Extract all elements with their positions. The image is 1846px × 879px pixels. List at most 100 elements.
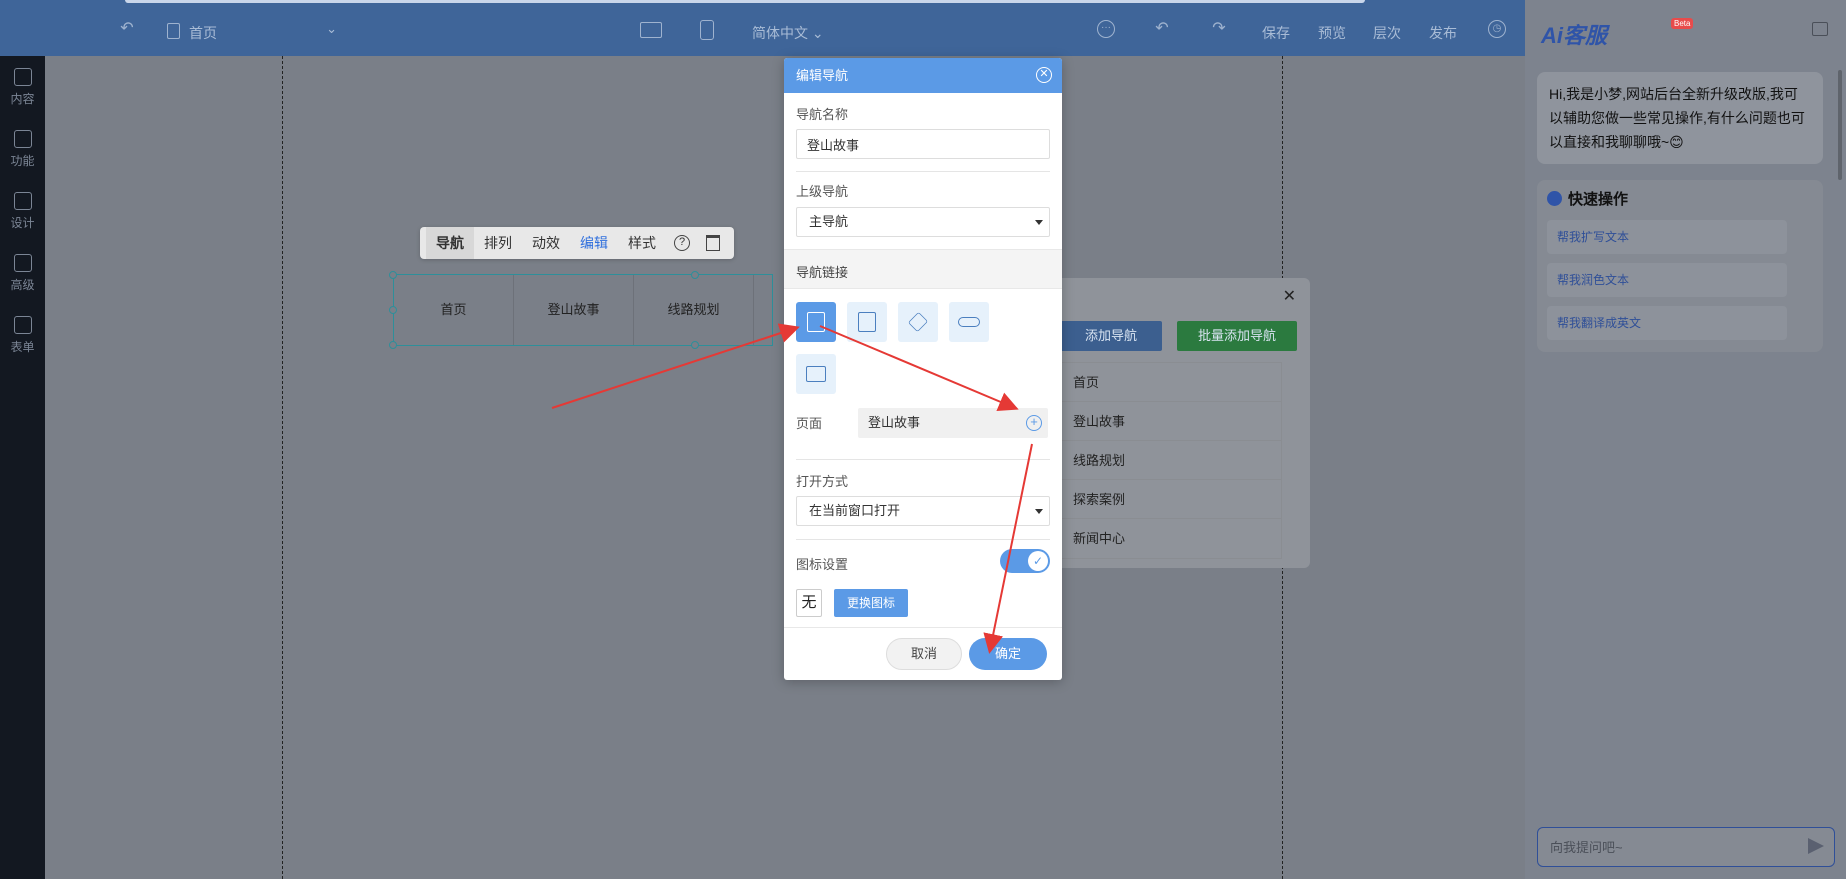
resize-handle[interactable] <box>389 306 397 314</box>
publish-button[interactable]: 发布 <box>1429 23 1457 43</box>
sidebar-item-advanced[interactable]: 高级 <box>0 246 45 306</box>
nav-link-section: 导航链接 <box>784 249 1062 289</box>
widget-toolbar: 导航 排列 动效 编辑 样式 ? <box>420 227 734 259</box>
undo-icon[interactable]: ↶ <box>118 20 136 38</box>
preview-button[interactable]: 预览 <box>1318 23 1346 43</box>
edit-nav-dialog: 编辑导航 ✕ 导航名称 上级导航 主导航 导航链接 页面 登山故事 + 打开方式… <box>784 58 1062 680</box>
guide-line-left <box>282 56 283 879</box>
redo-icon[interactable]: ↷ <box>1210 20 1228 38</box>
page-picker-value: 登山故事 <box>868 415 921 430</box>
list-item[interactable]: 登山故事 <box>1061 402 1281 441</box>
cancel-button[interactable]: 取消 <box>886 638 962 670</box>
add-nav-button[interactable]: 添加导航 <box>1060 321 1162 351</box>
resize-handle[interactable] <box>691 271 699 279</box>
link-icon <box>958 317 980 327</box>
page-select[interactable]: 首页 ⌄ <box>155 19 345 45</box>
quick-actions-label: 快速操作 <box>1568 191 1629 208</box>
tab-arrange[interactable]: 排列 <box>474 227 522 259</box>
change-icon-button[interactable]: 更换图标 <box>834 589 908 617</box>
resize-handle[interactable] <box>691 341 699 349</box>
sidebar-item-label: 内容 <box>10 92 35 106</box>
send-icon[interactable] <box>1808 838 1824 854</box>
help-icon[interactable]: ? <box>674 235 690 251</box>
tab-animation[interactable]: 动效 <box>522 227 570 259</box>
list-item[interactable]: 线路规划 <box>1061 441 1281 480</box>
caret-down-icon <box>1035 220 1043 225</box>
grid-icon <box>13 130 32 148</box>
save-button[interactable]: 保存 <box>1262 23 1290 43</box>
nav-preview-item[interactable]: 首页 <box>394 275 514 345</box>
link-type-list[interactable] <box>796 354 836 394</box>
nav-widget-preview[interactable]: 首页 登山故事 线路规划 <box>393 274 773 346</box>
open-mode-label: 打开方式 <box>796 474 849 489</box>
batch-add-nav-button[interactable]: 批量添加导航 <box>1177 321 1297 351</box>
file-icon <box>13 68 32 86</box>
mobile-icon[interactable] <box>700 20 714 40</box>
icon-setting-label: 图标设置 <box>796 557 849 572</box>
tab-style[interactable]: 样式 <box>618 227 666 259</box>
quick-action-polish[interactable]: 帮我润色文本 <box>1547 263 1787 297</box>
history-icon[interactable]: ◷ <box>1488 20 1506 38</box>
form-icon <box>13 316 32 334</box>
more-icon[interactable]: ··· <box>1097 20 1115 38</box>
undo-icon[interactable]: ↶ <box>1153 20 1171 38</box>
quick-action-translate[interactable]: 帮我翻译成英文 <box>1547 306 1787 340</box>
close-icon[interactable]: ✕ <box>1036 67 1052 83</box>
left-sidebar: 内容 功能 设计 高级 表单 <box>0 56 45 879</box>
resize-handle[interactable] <box>389 271 397 279</box>
layout-icon <box>13 192 32 210</box>
tab-edit[interactable]: 编辑 <box>570 227 618 259</box>
dialog-header: 编辑导航 ✕ <box>784 58 1062 93</box>
plus-circle-icon[interactable]: + <box>1026 415 1042 431</box>
language-select[interactable]: 简体中文 ⌄ <box>752 23 824 43</box>
divider <box>796 171 1050 172</box>
sidebar-item-content[interactable]: 内容 <box>0 60 45 120</box>
chevron-down-icon: ⌄ <box>811 25 824 41</box>
sidebar-item-label: 设计 <box>10 216 35 230</box>
tab-nav[interactable]: 导航 <box>426 227 474 259</box>
link-type-layers[interactable] <box>898 302 938 342</box>
nav-preview-item[interactable]: 线路规划 <box>634 275 754 345</box>
list-item[interactable]: 新闻中心 <box>1061 519 1281 558</box>
list-item[interactable]: 探索案例 <box>1061 480 1281 519</box>
list-icon <box>806 366 826 382</box>
page-picker[interactable]: 登山故事 + <box>858 408 1048 438</box>
resize-handle[interactable] <box>389 341 397 349</box>
bolt-icon <box>1547 191 1562 206</box>
address-strip <box>125 0 1365 3</box>
link-type-article[interactable] <box>847 302 887 342</box>
link-type-page[interactable] <box>796 302 836 342</box>
parent-nav-label: 上级导航 <box>796 184 849 199</box>
quick-actions-title: 快速操作 <box>1547 188 1628 209</box>
quick-actions-card: 快速操作 帮我扩写文本 帮我润色文本 帮我翻译成英文 <box>1537 180 1823 352</box>
close-icon[interactable]: ✕ <box>1283 286 1296 306</box>
sidebar-item-label: 高级 <box>10 278 35 292</box>
top-toolbar: ↶ 首页 ⌄ 简体中文 ⌄ ··· ↶ ↷ 保存 预览 层次 发布 ◷ <box>0 0 1525 56</box>
chevron-down-icon: ⌄ <box>326 21 337 36</box>
ai-chat-input[interactable] <box>1538 828 1778 866</box>
divider <box>784 627 1062 628</box>
layers-button[interactable]: 层次 <box>1373 23 1401 43</box>
parent-nav-select[interactable]: 主导航 <box>796 207 1050 237</box>
icon-none-option[interactable]: 无 <box>796 589 822 617</box>
beta-badge: Beta <box>1671 18 1694 29</box>
icon-setting-toggle[interactable]: ✓ <box>1000 549 1050 573</box>
quick-action-expand[interactable]: 帮我扩写文本 <box>1547 220 1787 254</box>
language-value: 简体中文 <box>752 25 808 41</box>
list-item[interactable]: 首页 <box>1061 363 1281 402</box>
confirm-button[interactable]: 确定 <box>969 638 1047 670</box>
nav-preview-item[interactable]: 登山故事 <box>514 275 634 345</box>
sidebar-item-form[interactable]: 表单 <box>0 308 45 368</box>
desktop-icon[interactable] <box>640 22 662 38</box>
trash-icon[interactable] <box>706 235 720 251</box>
link-type-url[interactable] <box>949 302 989 342</box>
open-mode-select[interactable]: 在当前窗口打开 <box>796 496 1050 526</box>
gift-icon[interactable] <box>1812 22 1828 36</box>
nav-name-label: 导航名称 <box>796 107 849 122</box>
sidebar-item-design[interactable]: 设计 <box>0 184 45 244</box>
divider <box>796 459 1050 460</box>
caret-down-icon <box>1035 509 1043 514</box>
scrollbar[interactable] <box>1838 70 1842 180</box>
nav-name-input[interactable] <box>796 129 1050 159</box>
sidebar-item-function[interactable]: 功能 <box>0 122 45 182</box>
